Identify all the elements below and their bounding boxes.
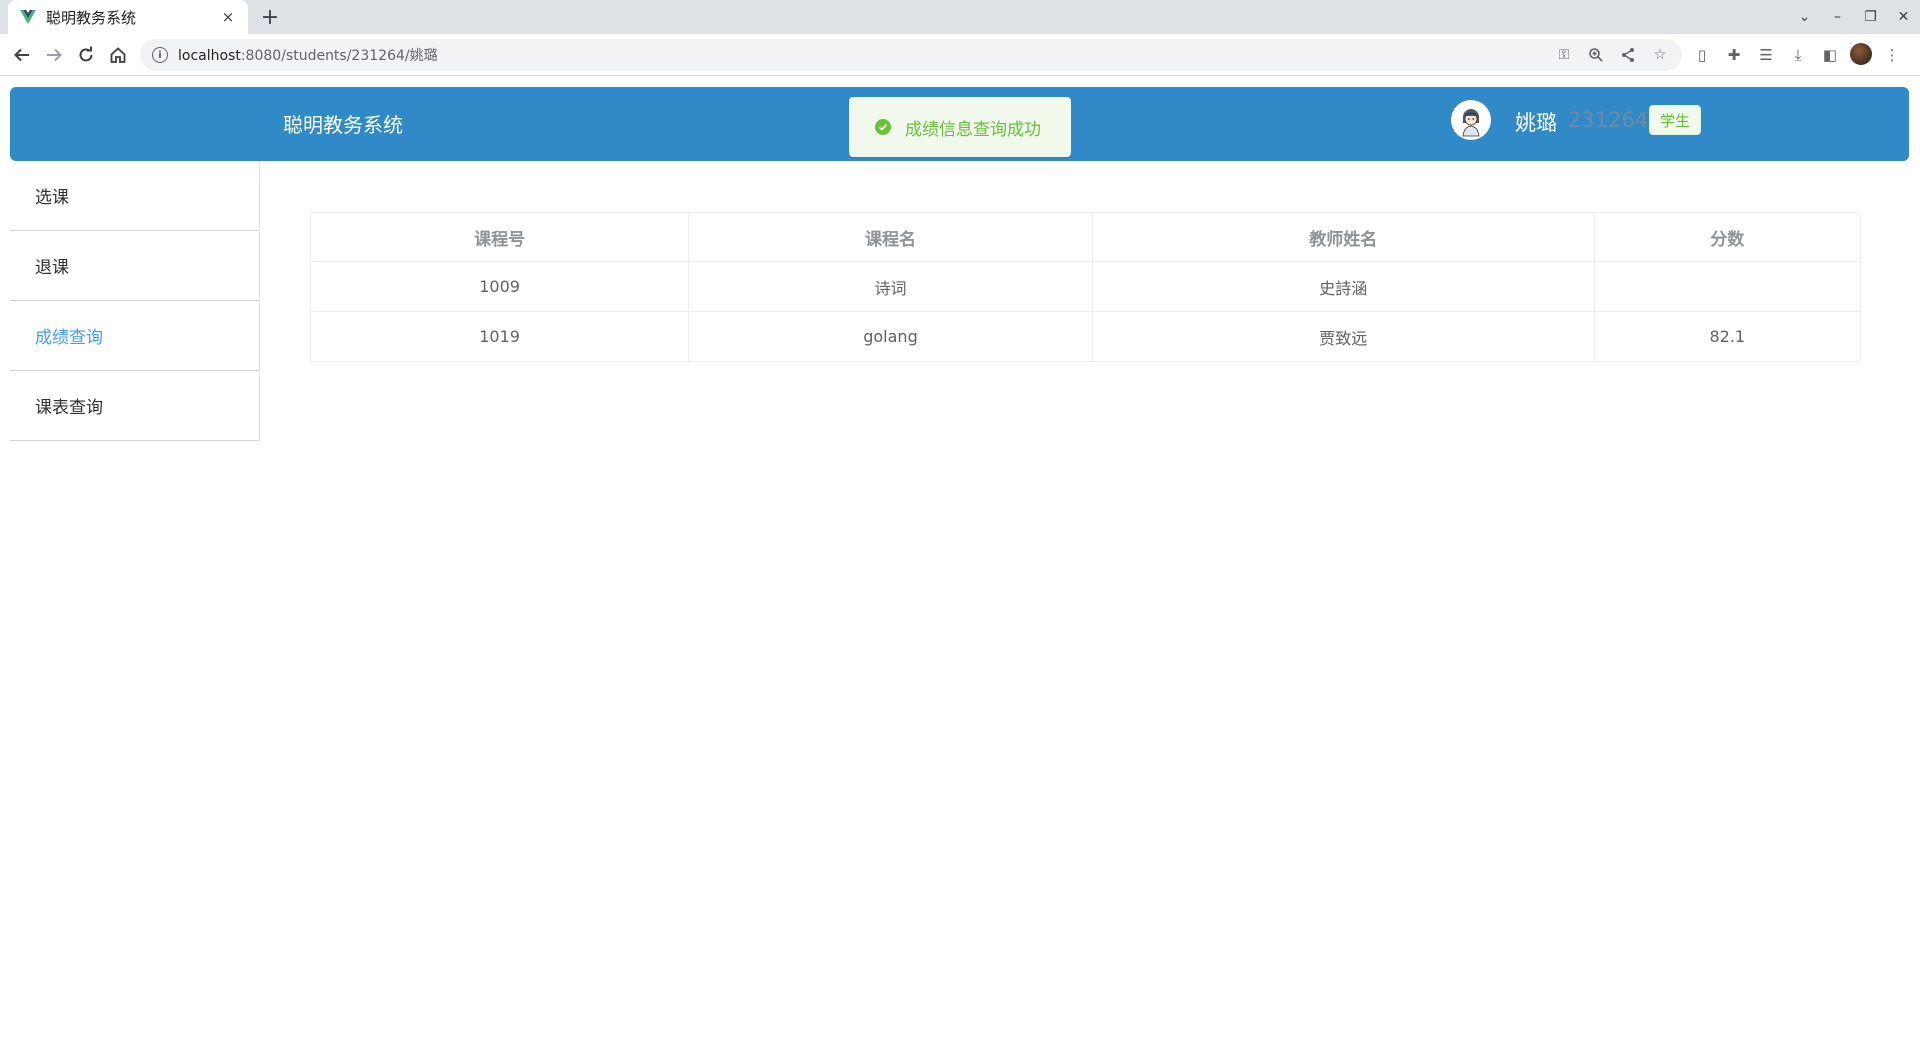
reader-icon[interactable]: ▯ [1690, 43, 1714, 67]
cell-course-name: 诗词 [688, 261, 1093, 312]
sidebar-item-grade-query[interactable]: 成绩查询 [10, 301, 259, 371]
cell-teacher: 史詩涵 [1091, 261, 1595, 312]
extension-icons: ▯ ✚ ☰ ⤓ ◧ ⋮ [1690, 43, 1904, 67]
user-name: 姚璐 [1515, 111, 1557, 135]
table-row: 1019 golang 贾致远 82.1 [309, 311, 1862, 362]
window-close-icon[interactable]: ✕ [1887, 9, 1920, 25]
address-bar[interactable]: i localhost:8080/students/231264/姚璐 ⚿ ☆ [140, 39, 1682, 71]
forward-arrow-icon[interactable] [42, 43, 66, 67]
browser-tab[interactable]: 聪明教务系统 × [8, 0, 248, 34]
table-row: 1009 诗词 史詩涵 [309, 261, 1862, 312]
browser-toolbar: i localhost:8080/students/231264/姚璐 ⚿ ☆ … [0, 34, 1920, 76]
reading-list-icon[interactable]: ☰ [1754, 43, 1778, 67]
column-header-score: 分数 [1593, 212, 1862, 262]
side-panel-icon[interactable]: ◧ [1818, 43, 1842, 67]
user-avatar[interactable] [1451, 100, 1491, 140]
reload-icon[interactable] [74, 43, 98, 67]
role-tag: 学生 [1649, 105, 1701, 135]
sidebar-menu: 选课 退课 成绩查询 课表查询 [10, 161, 260, 442]
toast-message: 成绩信息查询成功 [905, 119, 1041, 140]
column-header-course-id: 课程号 [309, 212, 690, 262]
sidebar-item-select-course[interactable]: 选课 [10, 161, 259, 231]
download-icon[interactable]: ⤓ [1786, 43, 1810, 67]
bookmark-star-icon[interactable]: ☆ [1650, 45, 1670, 65]
window-controls: ⌄ – ❐ ✕ [1788, 0, 1920, 34]
sidebar-item-timetable-query[interactable]: 课表查询 [10, 371, 259, 441]
key-icon[interactable]: ⚿ [1554, 45, 1574, 65]
more-menu-icon[interactable]: ⋮ [1880, 43, 1904, 67]
extensions-puzzle-icon[interactable]: ✚ [1722, 43, 1746, 67]
back-arrow-icon[interactable] [10, 43, 34, 67]
cell-course-id: 1009 [309, 261, 690, 312]
site-info-icon[interactable]: i [152, 47, 168, 63]
close-icon[interactable]: × [218, 7, 238, 27]
restore-icon[interactable]: ❐ [1854, 9, 1887, 25]
success-toast: 成绩信息查询成功 [849, 97, 1071, 157]
share-icon[interactable] [1618, 45, 1638, 65]
minimize-icon[interactable]: – [1821, 9, 1854, 25]
cell-course-id: 1019 [309, 311, 690, 362]
cell-teacher: 贾致远 [1091, 311, 1595, 362]
browser-tabstrip: 聪明教务系统 × + ⌄ – ❐ ✕ [0, 0, 1920, 34]
table-header-row: 课程号 课程名 教师姓名 分数 [309, 212, 1862, 262]
column-header-course-name: 课程名 [688, 212, 1093, 262]
profile-avatar-icon[interactable] [1850, 43, 1872, 65]
cell-course-name: golang [688, 311, 1093, 362]
home-icon[interactable] [106, 43, 130, 67]
vue-logo-icon [20, 9, 36, 25]
omnibox-actions: ⚿ ☆ [1554, 45, 1670, 65]
check-circle-icon [875, 119, 891, 135]
column-header-teacher: 教师姓名 [1091, 212, 1595, 262]
new-tab-button[interactable]: + [258, 5, 282, 30]
user-id: 231264 [1568, 108, 1649, 132]
tab-title: 聪明教务系统 [46, 8, 137, 27]
tab-search-icon[interactable]: ⌄ [1788, 9, 1821, 25]
cell-score [1593, 261, 1862, 312]
cell-score: 82.1 [1593, 311, 1862, 362]
grades-table: 课程号 课程名 教师姓名 分数 1009 诗词 史詩涵 1019 golang … [309, 212, 1862, 362]
app-title: 聪明教务系统 [283, 113, 403, 137]
sidebar-item-drop-course[interactable]: 退课 [10, 231, 259, 301]
url-text: localhost:8080/students/231264/姚璐 [178, 48, 438, 64]
zoom-icon[interactable] [1586, 45, 1606, 65]
